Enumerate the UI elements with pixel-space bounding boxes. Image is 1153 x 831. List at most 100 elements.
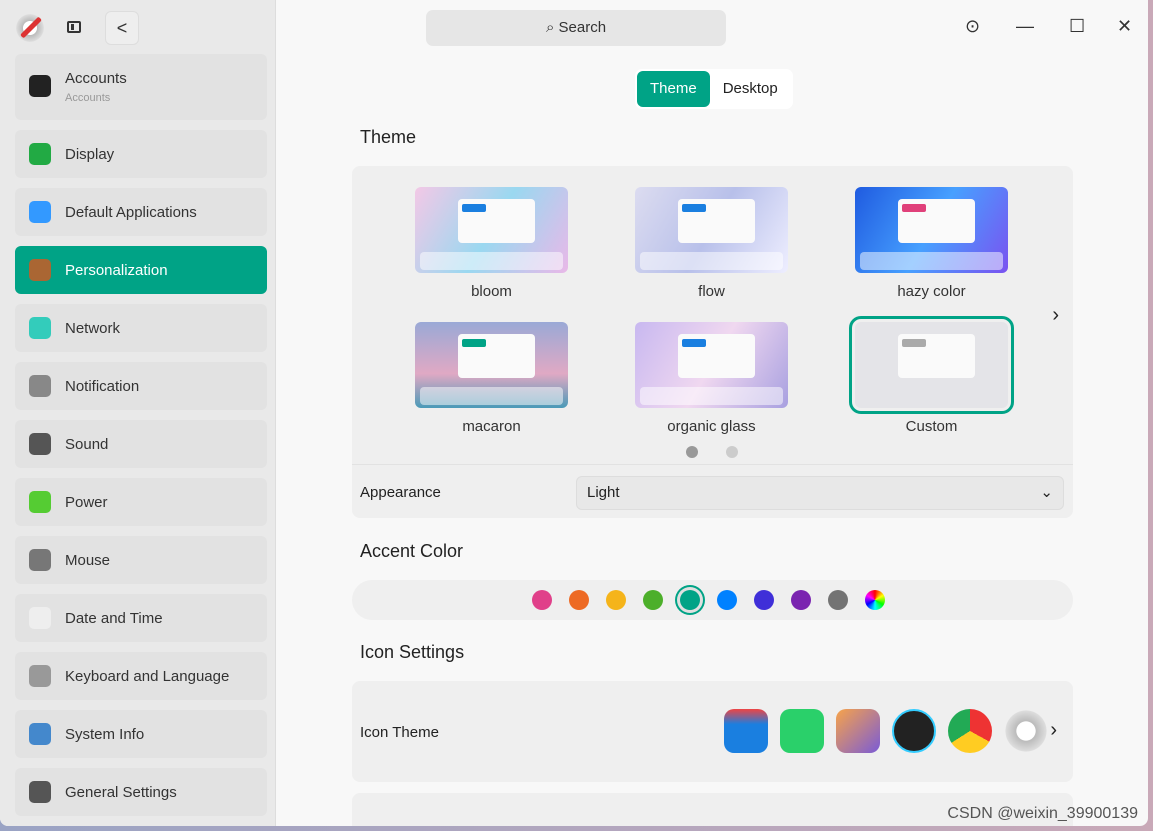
theme-card-bloom[interactable]: bloom (415, 187, 568, 300)
sidebar: < Accounts Accounts Display Default Applica… (0, 0, 276, 826)
accent-heading: Accent Color (360, 541, 464, 561)
appearance-select[interactable]: Light ⌄ (576, 476, 1064, 510)
theme-thumbnail (415, 187, 568, 273)
theme-name: flow (698, 283, 725, 300)
accent-color-swatch[interactable] (532, 590, 552, 610)
icon-theme-label: Icon Theme (360, 724, 439, 741)
bell-icon (29, 375, 51, 397)
accent-panel (352, 580, 1073, 620)
chevron-right-icon[interactable]: › (1050, 719, 1057, 742)
accent-color-swatch[interactable] (643, 590, 663, 610)
menu-icon[interactable]: ⊙ (965, 16, 980, 37)
theme-card-flow[interactable]: flow (635, 187, 788, 300)
theme-heading: Theme (360, 127, 417, 147)
tab-theme[interactable]: Theme (637, 71, 710, 107)
theme-card-organic-glass[interactable]: organic glass (635, 322, 788, 435)
theme-thumbnail (849, 316, 1014, 414)
sidebar-item-label: Notification (65, 377, 140, 395)
chevron-down-icon: ⌄ (1040, 484, 1053, 501)
tab-desktop[interactable]: Desktop (710, 71, 791, 107)
keyboard-icon (29, 665, 51, 687)
sidebar-item-label: Power (65, 493, 108, 511)
clock-icon (29, 607, 51, 629)
sidebar-item-accounts[interactable]: Accounts Accounts (15, 54, 267, 120)
sidebar-item-mouse[interactable]: Mouse (15, 536, 267, 584)
sidebar-item-label: General Settings (65, 783, 177, 801)
sidebar-item-label: Accounts (65, 70, 127, 87)
info-icon (29, 723, 51, 745)
user-icon (29, 75, 51, 97)
chrome-icon (948, 709, 992, 753)
sidebar-item-keyboard-and-language[interactable]: Keyboard and Language (15, 652, 267, 700)
appearance-value: Light (587, 484, 620, 501)
sidebar-item-label: Date and Time (65, 609, 163, 627)
theme-card-macaron[interactable]: macaron (415, 322, 568, 435)
sidebar-item-label: Sound (65, 435, 109, 453)
theme-card-hazy-color[interactable]: hazy color (855, 187, 1008, 300)
theme-card-custom[interactable]: Custom (849, 316, 1014, 435)
battery-icon (29, 491, 51, 513)
sidebar-item-system-info[interactable]: System Info (15, 710, 267, 758)
icon-settings-heading: Icon Settings (360, 642, 465, 662)
accent-color-swatch[interactable] (680, 590, 700, 610)
sidebar-toggle-icon[interactable] (67, 21, 81, 33)
accent-color-swatch[interactable] (828, 590, 848, 610)
sidebar-item-label: Network (65, 319, 121, 337)
sidebar-item-label: Mouse (65, 551, 111, 569)
watermark: CSDN @weixin_39900139 (947, 805, 1138, 822)
sidebar-item-notification[interactable]: Notification (15, 362, 267, 410)
accent-color-swatch[interactable] (569, 590, 589, 610)
main-content: ⌕ Search ⊙ — ☐ ✕ Theme Desktop Theme blo… (277, 0, 1148, 826)
sidebar-item-date-and-time[interactable]: Date and Time (15, 594, 267, 642)
next-page-icon[interactable]: › (1052, 304, 1059, 327)
appearance-label: Appearance (360, 484, 441, 501)
theme-name: Custom (905, 418, 958, 435)
icon-theme-row[interactable]: Icon Theme › (352, 681, 1073, 782)
photos-icon (836, 709, 880, 753)
accent-color-swatch[interactable] (865, 590, 885, 610)
theme-name: bloom (471, 283, 512, 300)
sidebar-item-network[interactable]: Network (15, 304, 267, 352)
search-placeholder: Search (558, 19, 607, 36)
sidebar-item-label: System Info (65, 725, 145, 743)
theme-name: hazy color (897, 283, 966, 300)
mouse-icon (29, 549, 51, 571)
accent-color-swatch[interactable] (717, 590, 737, 610)
settings-app-icon (14, 12, 46, 44)
maximize-icon[interactable]: ☐ (1069, 16, 1085, 37)
theme-thumbnail (635, 187, 788, 273)
apps-icon (29, 201, 51, 223)
music-icon (780, 709, 824, 753)
search-input[interactable]: ⌕ Search (426, 10, 726, 46)
back-button[interactable]: < (105, 11, 139, 45)
accent-color-swatch[interactable] (791, 590, 811, 610)
theme-thumbnail (635, 322, 788, 408)
icon-theme-preview (724, 709, 1048, 753)
gear-icon (29, 781, 51, 803)
minimize-icon[interactable]: — (1016, 16, 1034, 37)
page-indicator[interactable] (686, 445, 766, 463)
accent-color-swatch[interactable] (606, 590, 626, 610)
settings-icon (1004, 709, 1048, 753)
speaker-icon (29, 433, 51, 455)
files-icon (724, 709, 768, 753)
settings-window: < Accounts Accounts Display Default Applica… (0, 0, 1148, 826)
accent-color-swatch[interactable] (754, 590, 774, 610)
sidebar-item-general-settings[interactable]: General Settings (15, 768, 267, 816)
sidebar-item-label: Default Applications (65, 203, 197, 221)
sidebar-item-label: Display (65, 145, 115, 163)
sidebar-item-sublabel: Accounts (65, 92, 111, 104)
sidebar-item-personalization[interactable]: Personalization (15, 246, 267, 294)
sidebar-item-power[interactable]: Power (15, 478, 267, 526)
sidebar-item-display[interactable]: Display (15, 130, 267, 178)
theme-panel: bloom flow hazy color macaron organic glass C… (352, 166, 1073, 518)
sidebar-item-default-applications[interactable]: Default Applications (15, 188, 267, 236)
close-icon[interactable]: ✕ (1117, 16, 1132, 37)
tab-bar: Theme Desktop (635, 69, 793, 109)
theme-thumbnail (855, 187, 1008, 273)
theme-name: macaron (462, 418, 521, 435)
sidebar-item-label: Personalization (65, 261, 168, 279)
sidebar-item-sound[interactable]: Sound (15, 420, 267, 468)
monitor-icon (29, 143, 51, 165)
sidebar-item-label: Keyboard and Language (65, 667, 230, 685)
